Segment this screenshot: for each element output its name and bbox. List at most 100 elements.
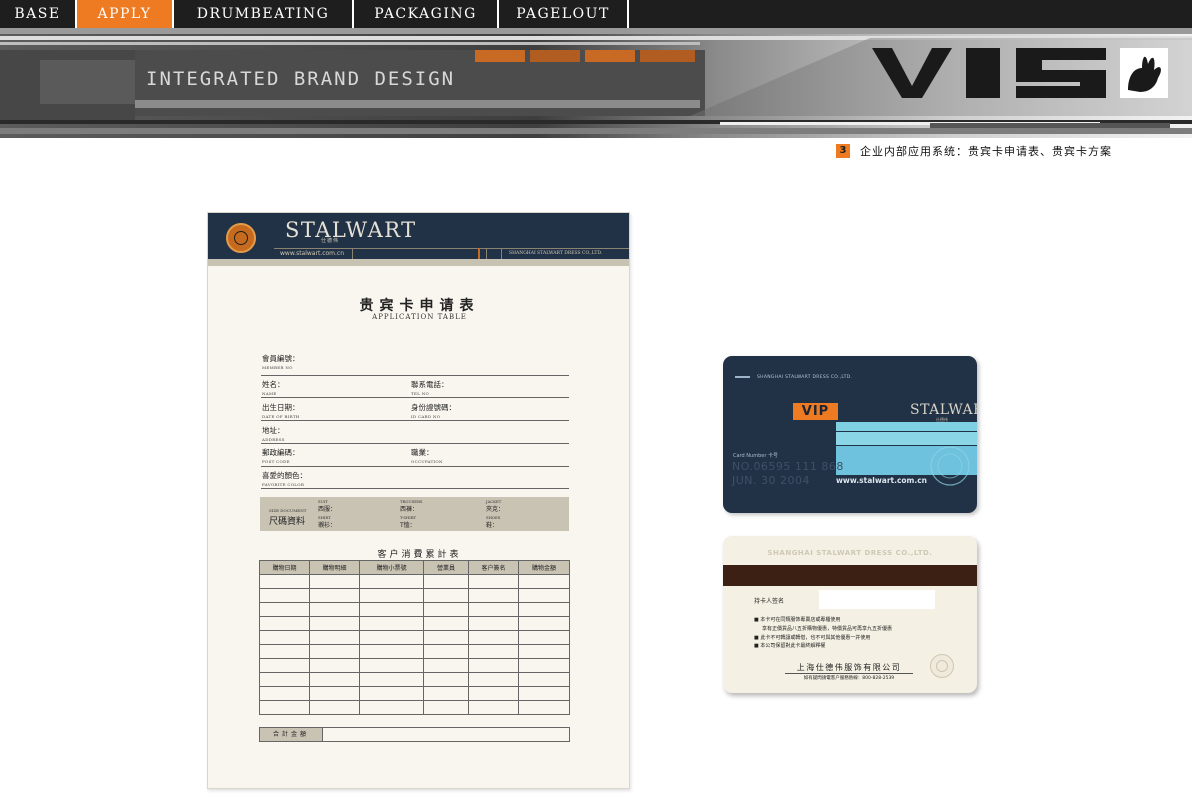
ledger-cell	[359, 574, 424, 589]
card-back-rule	[785, 673, 913, 674]
ledger-cell	[423, 658, 469, 673]
magnetic-stripe	[723, 565, 977, 586]
purchase-ledger-table: 購物日期 購物明細 購物小票號 營業員 客户簽名 購物金額	[259, 560, 570, 715]
card-emblem-icon	[930, 446, 970, 486]
ledger-cell	[359, 616, 424, 631]
ledger-cell	[423, 672, 469, 687]
size-jacket: JACKET 夾克：	[486, 499, 505, 513]
ledger-cell	[259, 602, 310, 617]
size-tshirt: T-SHIRT T恤：	[400, 515, 417, 529]
ledger-cell	[309, 630, 360, 645]
card-stripe	[836, 422, 977, 431]
ledger-cell	[423, 686, 469, 701]
ledger-column-header: 購物金額	[518, 560, 570, 575]
ledger-cell	[309, 672, 360, 687]
vip-card-back: SHANGHAI STALWART DRESS CO.,LTD. 持卡人签名 ■…	[723, 536, 977, 693]
hand-print-icon	[1120, 48, 1168, 98]
ledger-cell	[259, 700, 310, 715]
banner-title: INTEGRATED BRAND DESIGN	[146, 68, 456, 90]
ledger-cell	[259, 658, 310, 673]
form-url: www.stalwart.com.cn	[280, 250, 345, 257]
ledger-cell	[518, 616, 570, 631]
ledger-row	[259, 602, 570, 617]
ledger-cell	[259, 644, 310, 659]
ledger-cell	[309, 658, 360, 673]
form-company: SHANGHAI STALWART DRESS CO.,LTD.	[509, 251, 603, 256]
ledger-row	[259, 616, 570, 631]
header-divider	[501, 248, 502, 259]
field-occupation: 職業： OCCUPATION	[411, 448, 443, 464]
ledger-row	[259, 700, 570, 715]
ledger-row	[259, 644, 570, 659]
ledger-cell	[359, 588, 424, 603]
ledger-cell	[309, 686, 360, 701]
ledger-cell	[309, 574, 360, 589]
ledger-cell	[423, 644, 469, 659]
ledger-cell	[259, 630, 310, 645]
size-tag-en: SIZE DOCUMENT	[269, 508, 307, 513]
ledger-row	[259, 686, 570, 701]
ledger-column-header: 營業員	[423, 560, 469, 575]
ledger-row	[259, 658, 570, 673]
ledger-cell	[518, 672, 570, 687]
ledger-cell	[423, 602, 469, 617]
ledger-row	[259, 672, 570, 687]
card-number: NO.06595 111 868	[732, 460, 844, 473]
ledger-total-label: 合計金額	[260, 728, 323, 741]
ledger-cell	[468, 644, 519, 659]
signature-panel	[819, 590, 935, 609]
card-terms: ■ 本卡可在同類服饰專賣店或專櫃使用 享有正價貨品八五折購物優惠，特價貨品可再享…	[754, 616, 892, 651]
ledger-cell	[468, 630, 519, 645]
tab-packaging[interactable]: PACKAGING	[354, 0, 499, 28]
ledger-cell	[423, 588, 469, 603]
vis-logo	[872, 48, 1168, 98]
ledger-cell	[359, 644, 424, 659]
ledger-row	[259, 630, 570, 645]
tab-pagelout[interactable]: PAGELOUT	[499, 0, 629, 28]
ledger-cell	[468, 700, 519, 715]
form-brand-cn: 仕德伟	[321, 238, 340, 244]
size-suit: SUIT 西服：	[318, 499, 337, 513]
ledger-cell	[468, 658, 519, 673]
tab-apply[interactable]: APPLY	[77, 0, 174, 28]
form-rule	[261, 488, 569, 489]
ledger-cell	[259, 672, 310, 687]
application-form: STALWART 仕德伟 www.stalwart.com.cn SHANGHA…	[207, 212, 630, 789]
card-front-company: SHANGHAI STALWART DRESS CO.,LTD.	[757, 375, 853, 380]
ledger-cell	[309, 588, 360, 603]
field-address: 地址： ADDRESS	[262, 426, 285, 442]
ledger-header-row: 購物日期 購物明細 購物小票號 營業員 客户簽名 購物金額	[259, 560, 570, 575]
brand-seal-icon	[226, 223, 256, 253]
ledger-cell	[468, 588, 519, 603]
field-tel: 聯系電話： TEL NO	[411, 380, 449, 396]
card-back-signature-company: 上海仕德伟服饰有限公司	[796, 663, 902, 672]
ledger-cell	[423, 574, 469, 589]
vip-badge: VIP	[793, 403, 838, 420]
header-divider	[486, 248, 487, 259]
tab-base[interactable]: BASE	[0, 0, 77, 28]
ledger-column-header: 購物明細	[309, 560, 360, 575]
ledger-cell	[259, 686, 310, 701]
ledger-cell	[423, 630, 469, 645]
ledger-cell	[309, 602, 360, 617]
ledger-cell	[309, 616, 360, 631]
size-trousers: TROUSERS 西褲：	[400, 499, 423, 513]
card-term: ■ 此卡不可轉讓或轉借，也不可與其他優惠一并使用	[754, 634, 871, 641]
ledger-cell	[309, 644, 360, 659]
ledger-cell	[518, 630, 570, 645]
ledger-cell	[518, 644, 570, 659]
field-name: 姓名： NAME	[262, 380, 285, 396]
ledger-column-header: 購物小票號	[359, 560, 424, 575]
header-divider	[352, 248, 353, 259]
ledger-cell	[518, 602, 570, 617]
ledger-body	[259, 574, 570, 715]
ledger-cell	[518, 588, 570, 603]
cardholder-sign-label: 持卡人签名	[754, 598, 785, 605]
ledger-cell	[423, 616, 469, 631]
form-title: 贵宾卡申请表	[359, 298, 480, 314]
ledger-cell	[309, 700, 360, 715]
ledger-cell	[518, 574, 570, 589]
tab-drumbeating[interactable]: DRUMBEATING	[174, 0, 354, 28]
card-front-brand: STALWART	[910, 402, 977, 418]
form-rule	[261, 466, 569, 467]
